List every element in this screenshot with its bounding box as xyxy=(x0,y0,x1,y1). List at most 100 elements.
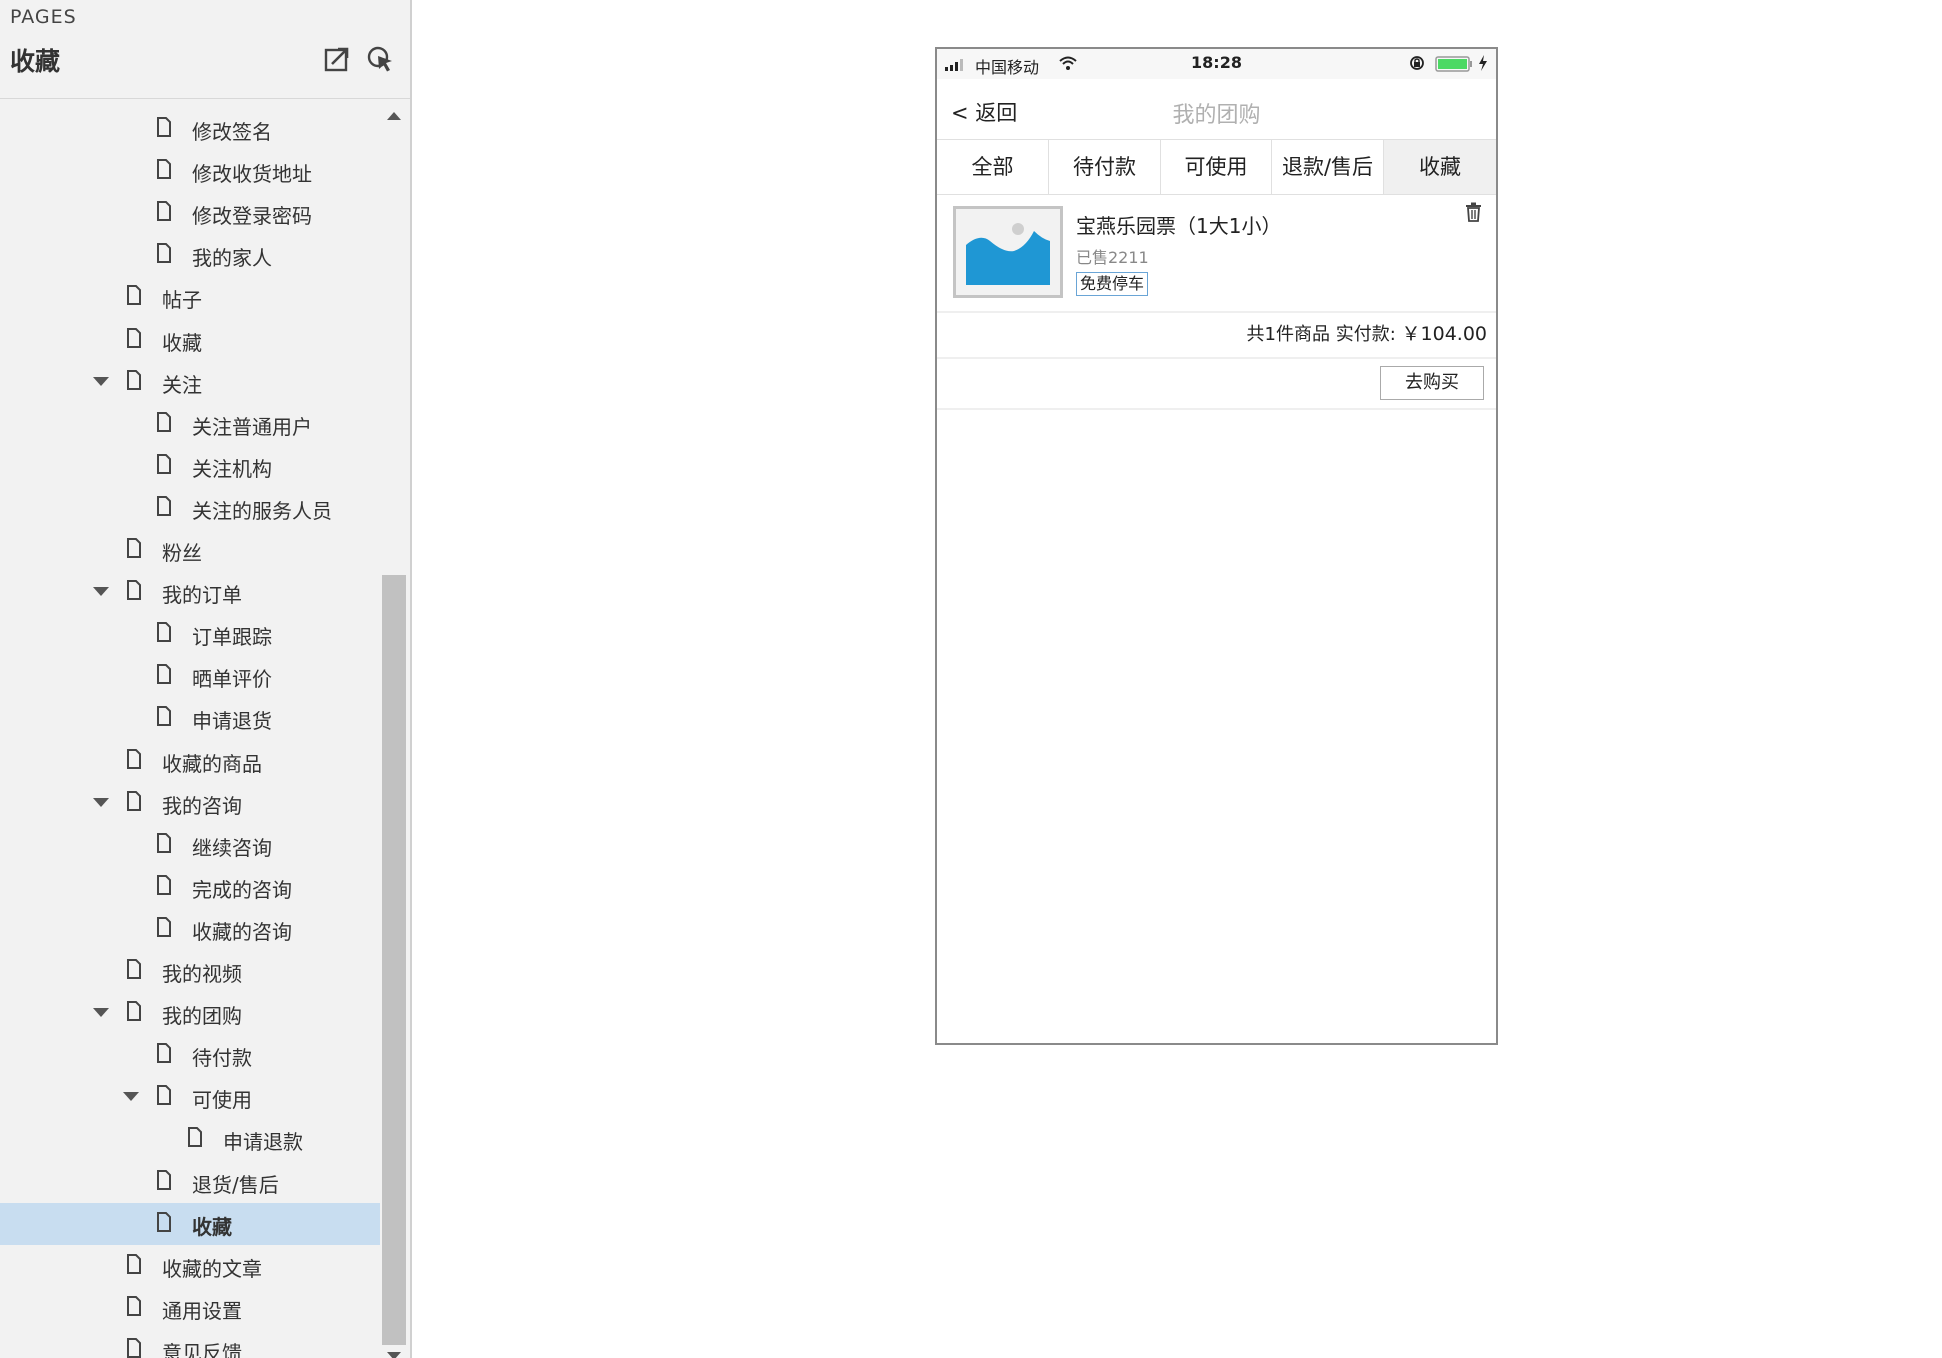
tree-item[interactable]: 修改签名 xyxy=(0,108,380,150)
document-icon xyxy=(127,959,141,979)
export-icon[interactable] xyxy=(322,44,352,74)
tree-item[interactable]: 关注普通用户 xyxy=(0,403,380,445)
document-icon xyxy=(157,1043,171,1064)
sold-count: 已售2211 xyxy=(1076,248,1149,267)
scroll-down-arrow[interactable] xyxy=(387,1352,401,1358)
current-page-title: 收藏 xyxy=(10,47,61,76)
tree-item-label: 继续咨询 xyxy=(192,835,272,860)
trash-icon[interactable] xyxy=(1465,202,1482,222)
tree-item[interactable]: 申请退款 xyxy=(0,1118,380,1160)
caret-down-icon[interactable] xyxy=(93,797,109,807)
tree-item[interactable]: 晒单评价 xyxy=(0,655,380,697)
document-icon xyxy=(157,1211,171,1232)
tab-usable[interactable]: 可使用 xyxy=(1161,140,1272,194)
caret-down-icon[interactable] xyxy=(93,1008,109,1018)
pages-panel: PAGES 收藏 修改签名 修改收货地址 修改登录密码 我的家人 帖子 收藏 关注 关注普通用… xyxy=(0,0,412,1358)
document-icon xyxy=(157,411,171,432)
document-icon xyxy=(157,706,171,727)
order-summary: 共1件商品 实付款: ￥104.00 xyxy=(937,319,1487,346)
tree-item-label: 修改登录密码 xyxy=(192,204,312,229)
product-image xyxy=(953,206,1063,298)
document-icon xyxy=(127,369,141,390)
pointer-icon[interactable] xyxy=(365,44,395,74)
tab-pending-payment[interactable]: 待付款 xyxy=(1049,140,1161,194)
tree-item[interactable]: 修改登录密码 xyxy=(0,192,380,234)
tree-item[interactable]: 关注 xyxy=(0,361,380,403)
document-icon xyxy=(157,832,171,853)
tab-bar: 全部 待付款 可使用 退款/售后 收藏 xyxy=(937,139,1496,195)
tree-item[interactable]: 订单跟踪 xyxy=(0,613,380,655)
document-icon xyxy=(157,117,171,137)
tree-item[interactable]: 收藏的咨询 xyxy=(0,908,380,950)
document-icon xyxy=(127,1253,141,1274)
tree-item-label: 订单跟踪 xyxy=(192,625,272,650)
tree-item-label: 关注 xyxy=(162,372,202,397)
tree-item[interactable]: 帖子 xyxy=(0,276,380,318)
divider xyxy=(937,357,1496,359)
document-icon xyxy=(157,664,171,685)
document-icon xyxy=(157,159,171,180)
tree-item-label: 意见反馈 xyxy=(162,1340,242,1358)
document-icon xyxy=(188,1127,202,1148)
document-icon xyxy=(157,916,171,937)
tree-item-label: 关注机构 xyxy=(192,456,272,481)
tab-refund[interactable]: 退款/售后 xyxy=(1272,140,1384,194)
document-icon xyxy=(157,453,171,474)
tree-item-label: 退货/售后 xyxy=(192,1172,279,1197)
caret-down-icon[interactable] xyxy=(93,376,109,386)
document-icon xyxy=(127,1001,141,1022)
document-icon xyxy=(157,201,171,222)
tree-item[interactable]: 关注的服务人员 xyxy=(0,487,380,529)
tree-item[interactable]: 收藏的文章 xyxy=(0,1245,380,1287)
total-price: ￥104.00 xyxy=(1401,323,1487,345)
tree-item[interactable]: 收藏的商品 xyxy=(0,740,380,782)
tree-item-label: 申请退款 xyxy=(223,1130,303,1155)
tree-item[interactable]: 我的家人 xyxy=(0,234,380,276)
document-icon xyxy=(127,327,141,348)
tree-item[interactable]: 我的团购 xyxy=(0,992,380,1034)
tree-item[interactable]: 待付款 xyxy=(0,1034,380,1076)
caret-down-icon[interactable] xyxy=(123,1092,139,1102)
tree-item-label: 关注的服务人员 xyxy=(192,498,332,523)
tree-item-label: 我的团购 xyxy=(162,1004,242,1029)
tree-item[interactable]: 继续咨询 xyxy=(0,824,380,866)
tab-favorites[interactable]: 收藏 xyxy=(1384,140,1496,194)
caret-down-icon[interactable] xyxy=(93,587,109,597)
charging-bolt-icon xyxy=(1479,55,1487,71)
nav-bar: < 返回 我的团购 xyxy=(937,79,1496,139)
document-icon xyxy=(127,1337,141,1358)
tree-item[interactable]: 我的咨询 xyxy=(0,782,380,824)
tree-item[interactable]: 我的订单 xyxy=(0,571,380,613)
buy-button[interactable]: 去购买 xyxy=(1380,366,1484,400)
page-tree: 修改签名 修改收货地址 修改登录密码 我的家人 帖子 收藏 关注 关注普通用户 关注机构 关注的服… xyxy=(0,108,380,1358)
phone-mockup: 中国移动 18:28 < 返回 我的团购 全部 待付款 可使用 退款/售后 收藏 xyxy=(935,47,1498,1045)
tree-item[interactable]: 通用设置 xyxy=(0,1287,380,1329)
tree-item[interactable]: 粉丝 xyxy=(0,529,380,571)
document-icon xyxy=(127,285,141,306)
tree-item-label: 修改收货地址 xyxy=(192,162,312,187)
tree-item-label: 我的家人 xyxy=(192,246,272,271)
product-name[interactable]: 宝燕乐园票（1大1小） xyxy=(1076,210,1281,239)
document-icon xyxy=(127,538,141,558)
tree-item[interactable]: 我的视频 xyxy=(0,950,380,992)
tree-item[interactable]: 收藏 xyxy=(0,1202,380,1245)
tree-item[interactable]: 关注机构 xyxy=(0,445,380,487)
tree-item[interactable]: 收藏 xyxy=(0,319,380,361)
tree-item-label: 通用设置 xyxy=(162,1298,242,1323)
document-icon xyxy=(127,1295,141,1316)
tree-item[interactable]: 完成的咨询 xyxy=(0,866,380,908)
sidebar-scrollbar[interactable] xyxy=(382,102,406,1358)
tree-item[interactable]: 修改收货地址 xyxy=(0,150,380,192)
tree-item[interactable]: 申请退货 xyxy=(0,697,380,739)
scroll-thumb[interactable] xyxy=(382,575,406,1345)
status-bar: 中国移动 18:28 xyxy=(937,49,1496,79)
tree-item[interactable]: 退货/售后 xyxy=(0,1161,380,1203)
tree-item-label: 完成的咨询 xyxy=(192,877,292,902)
divider xyxy=(937,408,1496,410)
tree-item[interactable]: 意见反馈 xyxy=(0,1329,380,1358)
product-card[interactable]: 宝燕乐园票（1大1小） 已售2211 免费停车 xyxy=(937,194,1496,312)
scroll-up-arrow[interactable] xyxy=(387,112,401,120)
tab-all[interactable]: 全部 xyxy=(937,140,1049,194)
tree-item[interactable]: 可使用 xyxy=(0,1076,380,1118)
document-icon xyxy=(127,790,141,811)
